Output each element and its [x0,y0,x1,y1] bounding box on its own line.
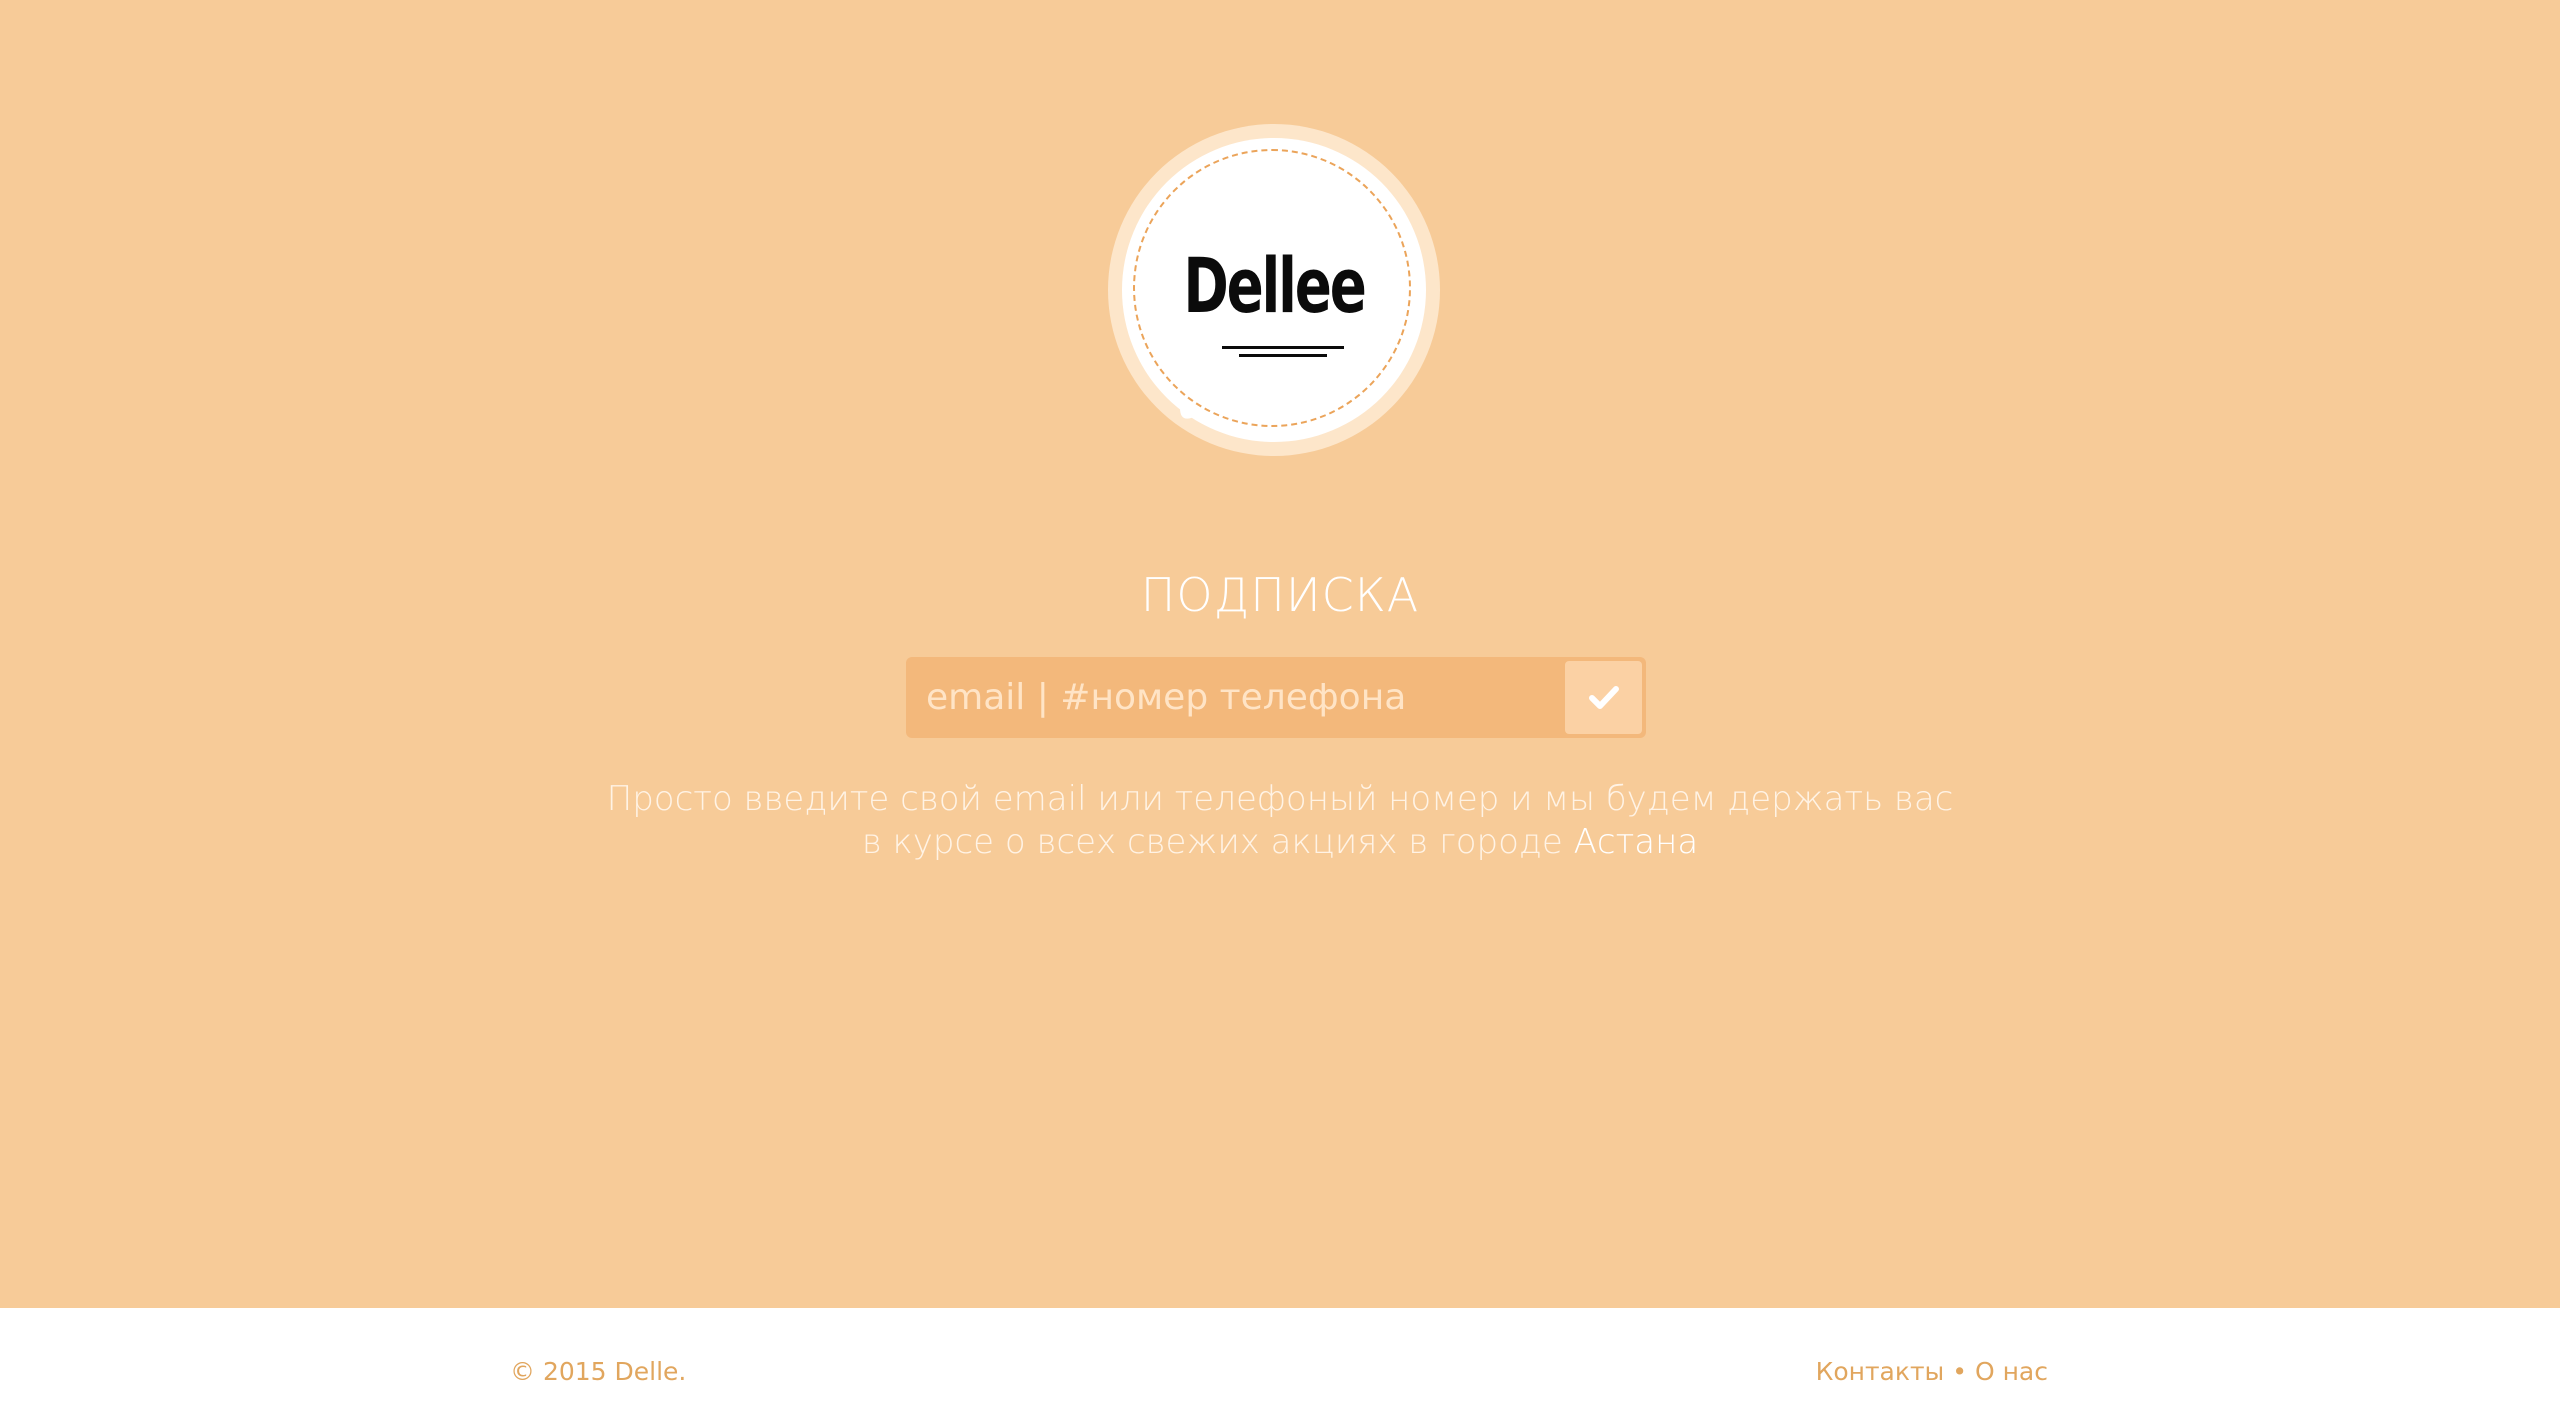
check-icon [1589,686,1619,709]
logo-text: Dellee [1183,241,1366,330]
logo: Dellee [1108,124,1440,456]
description-line-2-text: в курсе о всех свежих акциях в городе [861,822,1574,862]
subscribe-title: ПОДПИСКА [1140,568,1420,622]
footer: © 2015 Delle. Контакты • О нас [0,1308,2560,1422]
description-line-1: Просто введите свой email или телефоный … [606,779,1954,819]
footer-separator: • [1952,1357,1967,1386]
logo-underline [1222,346,1344,358]
logo-circle: Dellee [1122,138,1426,442]
subscribe-input[interactable] [906,657,1546,738]
footer-links: Контакты • О нас [1816,1356,2048,1388]
footer-link-about[interactable]: О нас [1975,1357,2048,1386]
description-line-2: в курсе о всех свежих акциях в городе Ас… [0,821,2560,864]
submit-button[interactable] [1565,661,1642,734]
hero-section: Dellee ПОДПИСКА Просто введите свой emai… [0,0,2560,1308]
subscribe-form [906,657,1646,738]
subscribe-description: Просто введите свой email или телефоный … [0,778,2560,864]
copyright: © 2015 Delle. [510,1357,687,1386]
city-name: Астана [1573,822,1699,862]
footer-link-contacts[interactable]: Контакты [1816,1357,1945,1386]
